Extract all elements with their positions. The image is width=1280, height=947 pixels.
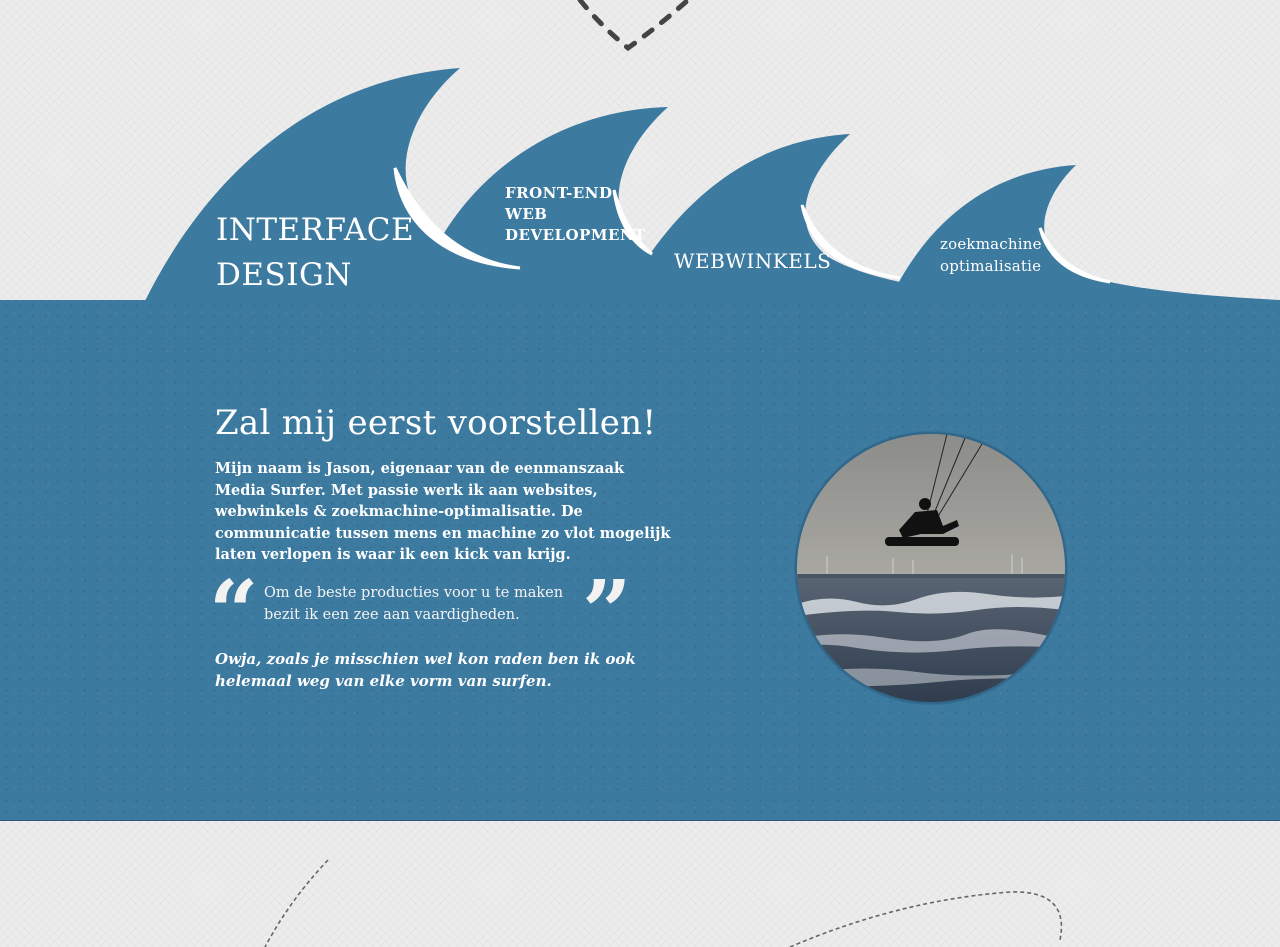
close-quote-icon: ” (582, 561, 632, 663)
about-heading: Zal mij eerst voorstellen! (215, 403, 657, 443)
about-section: Zal mij eerst voorstellen! Mijn naam is … (209, 400, 675, 692)
dotted-trail-bottom (264, 859, 329, 947)
dotted-trail-bottom-right (789, 891, 1063, 947)
dotted-trail-top (577, 0, 691, 52)
nav-zoekmachine-optimalisatie[interactable]: zoekmachine optimalisatie (940, 233, 1042, 277)
kitesurfer-photo (795, 432, 1067, 704)
quote-block: “ Om de beste producties voor u te maken… (209, 569, 675, 655)
open-quote-icon: “ (209, 561, 259, 663)
quote-text: Om de beste producties voor u te maken b… (264, 584, 564, 623)
nav-webwinkels[interactable]: WEBWINKELS (674, 248, 831, 274)
nav-front-end-web-development[interactable]: FRONT-END WEB DEVELOPMENT (505, 183, 646, 246)
about-intro-text: Mijn naam is Jason, eigenaar van de eenm… (215, 460, 671, 563)
nav-interface-design[interactable]: INTERFACE DESIGN (216, 208, 414, 298)
